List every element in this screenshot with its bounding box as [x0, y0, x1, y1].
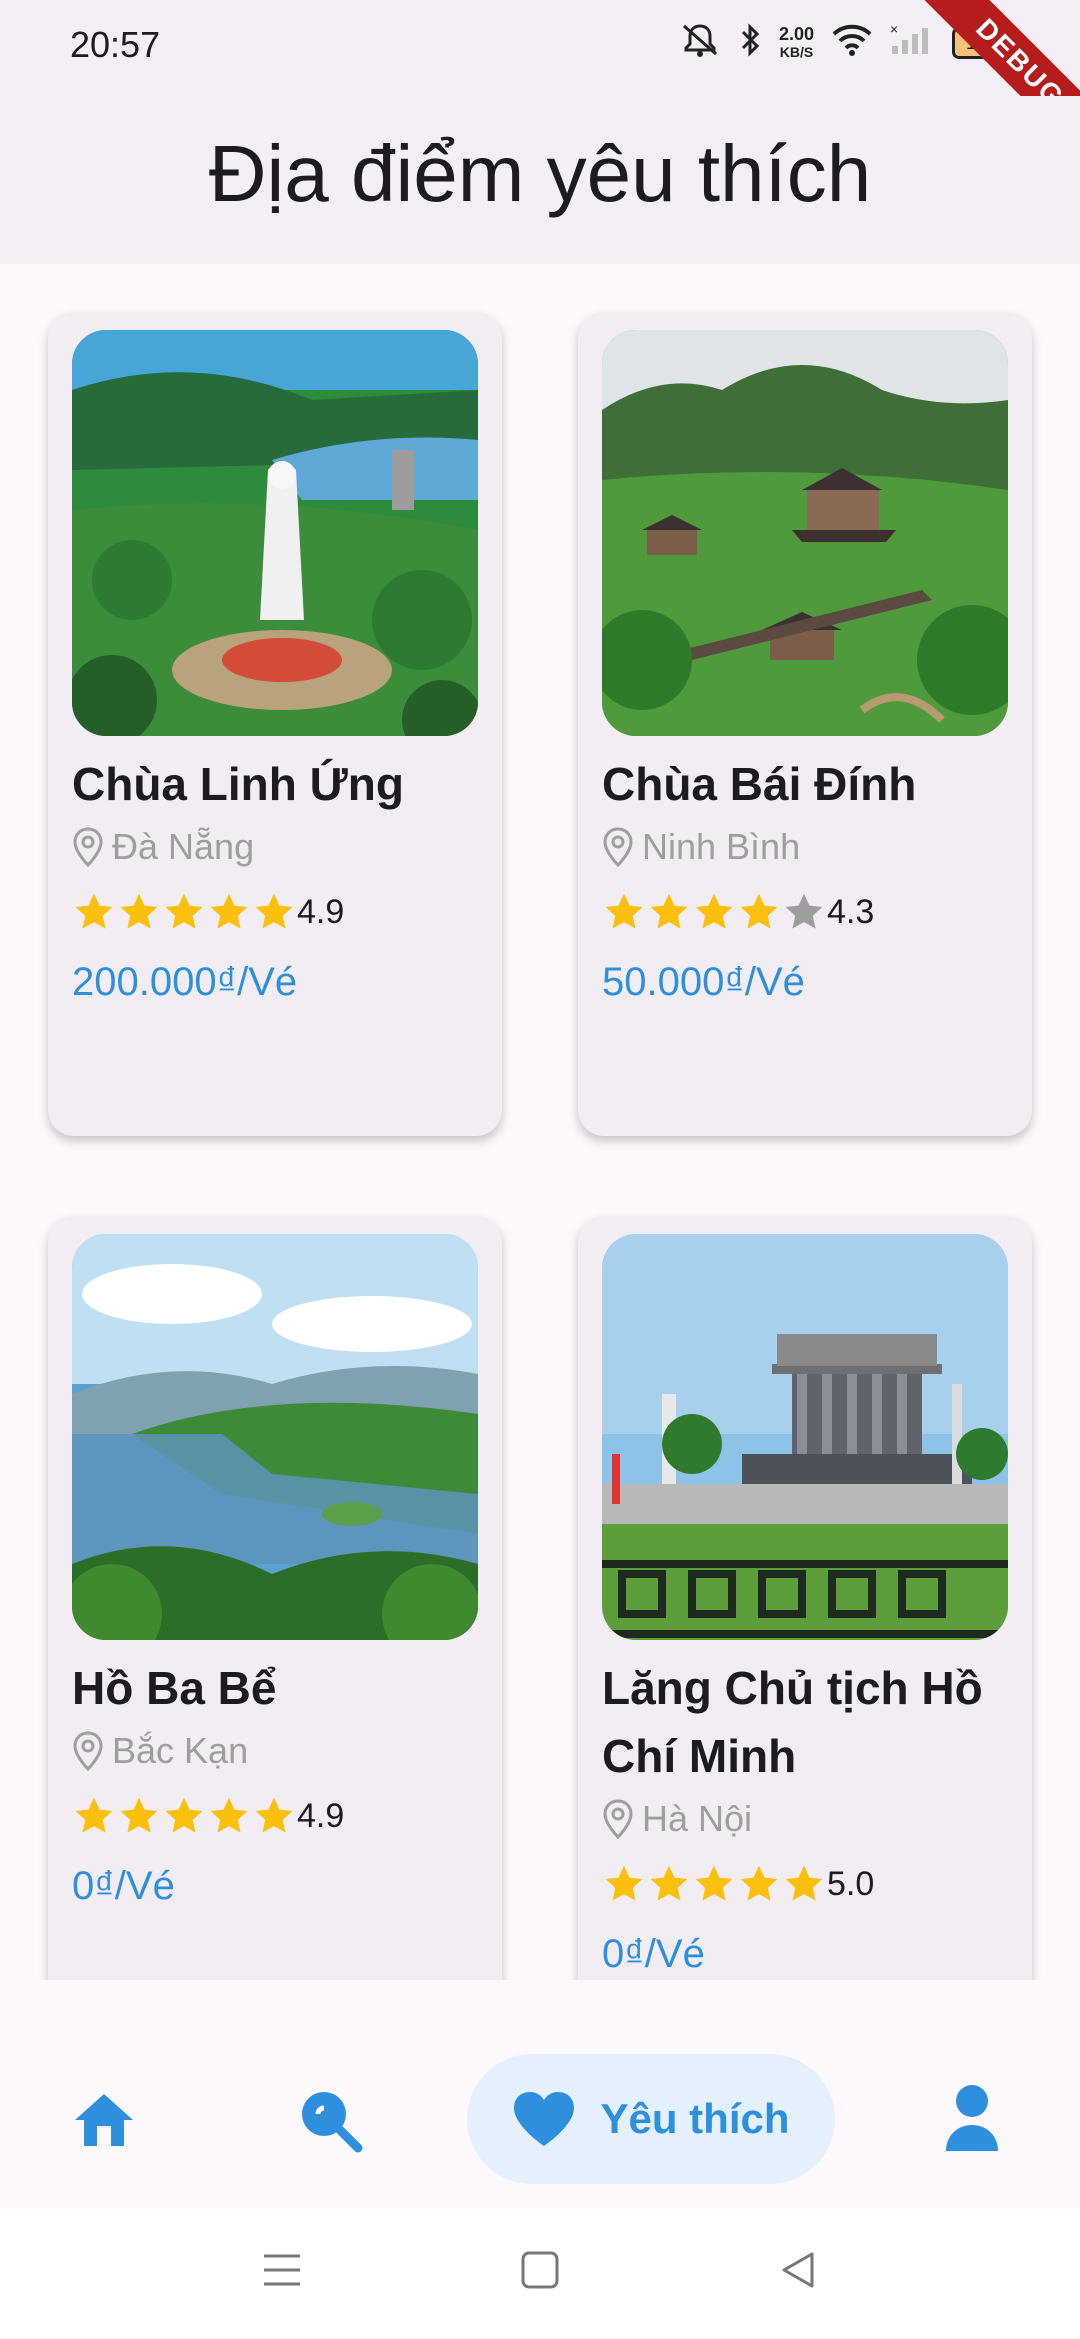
place-price: 0₫/Vé — [602, 1932, 705, 1976]
rating-value: 5.0 — [827, 1864, 875, 1903]
place-location-label: Ninh Bình — [642, 826, 801, 867]
location-pin-icon — [73, 1731, 103, 1771]
page-title: Địa điểm yêu thích — [208, 129, 872, 218]
star-icon — [695, 1865, 733, 1901]
place-image-bai-dinh — [602, 330, 1008, 736]
app-bar: Địa điểm yêu thích — [0, 96, 1080, 264]
place-location-label: Đà Nẵng — [112, 826, 255, 867]
back-triangle-icon — [782, 2252, 814, 2288]
place-price: 0₫/Vé — [72, 1864, 175, 1908]
mute-icon — [679, 22, 721, 63]
star-icon — [255, 1797, 293, 1833]
bottom-nav: Yêu thích — [0, 1980, 1080, 2210]
star-icon — [695, 893, 733, 929]
location-pin-icon — [603, 827, 633, 867]
place-card[interactable]: Chùa Linh Ứng Đà Nẵng 4.9 200.000₫/Vé — [48, 312, 502, 1136]
nav-favorites[interactable]: Yêu thích — [467, 2054, 835, 2184]
place-card[interactable]: Chùa Bái Đính Ninh Bình 4.3 50.000₫/Vé — [578, 312, 1032, 1136]
system-nav-bar — [0, 2210, 1080, 2339]
star-icon — [605, 893, 643, 929]
star-icon — [120, 1797, 158, 1833]
place-image-lang-bac — [602, 1234, 1008, 1640]
location-pin-icon — [73, 827, 103, 867]
star-icon — [120, 893, 158, 929]
wifi-icon — [832, 24, 872, 61]
place-image-ba-be — [72, 1234, 478, 1640]
star-icon — [75, 893, 113, 929]
place-card[interactable]: Lăng Chủ tịch Hồ Chí Minh Hà Nội 5.0 0₫/… — [578, 1216, 1032, 1980]
place-rating: 4.9 — [72, 890, 344, 934]
recents-button[interactable] — [262, 2250, 302, 2295]
square-icon — [521, 2251, 559, 2289]
star-icon — [740, 893, 778, 929]
place-price: 200.000₫/Vé — [72, 960, 298, 1004]
star-icon — [75, 1797, 113, 1833]
star-empty-icon — [785, 893, 823, 929]
star-icon — [165, 893, 203, 929]
home-icon — [75, 2094, 133, 2146]
search-icon — [302, 2092, 363, 2153]
star-icon — [785, 1865, 823, 1901]
place-name: Hồ Ba Bể — [72, 1662, 277, 1714]
signal-icon: × — [890, 21, 934, 61]
location-pin-icon — [603, 1799, 633, 1839]
status-bar: 20:57 2.00 KB/S × 100 DEBUG — [0, 0, 1080, 172]
place-location-label: Hà Nội — [642, 1798, 753, 1839]
net-speed-unit: KB/S — [779, 43, 814, 60]
place-price: 50.000₫/Vé — [602, 960, 805, 1004]
net-speed-value: 2.00 — [778, 23, 814, 44]
rating-value: 4.9 — [297, 1796, 345, 1835]
star-icon — [650, 893, 688, 929]
star-icon — [210, 1797, 248, 1833]
place-location: Ninh Bình — [602, 826, 800, 868]
place-location: Đà Nẵng — [72, 826, 254, 868]
nav-profile[interactable] — [932, 2078, 1012, 2158]
nav-search[interactable] — [290, 2080, 370, 2160]
star-icon — [255, 893, 293, 929]
nav-home[interactable] — [64, 2084, 144, 2156]
star-icon — [605, 1865, 643, 1901]
place-location: Hà Nội — [602, 1798, 752, 1840]
place-name: Lăng Chủ tịch Hồ Chí Minh — [602, 1662, 983, 1782]
place-rating: 5.0 — [602, 1862, 874, 1906]
status-time: 20:57 — [70, 24, 161, 65]
heart-icon — [514, 2092, 575, 2146]
favorites-grid[interactable]: Chùa Linh Ứng Đà Nẵng 4.9 200.000₫/Vé Ch… — [0, 264, 1080, 1980]
menu-icon — [264, 2254, 300, 2286]
place-rating: 4.9 — [72, 1794, 344, 1838]
net-speed: 2.00 KB/S — [779, 25, 814, 61]
star-icon — [165, 1797, 203, 1833]
rating-value: 4.3 — [827, 892, 875, 931]
place-rating: 4.3 — [602, 890, 874, 934]
place-location-label: Bắc Kạn — [112, 1730, 249, 1771]
star-icon — [650, 1865, 688, 1901]
place-name: Chùa Linh Ứng — [72, 758, 404, 810]
place-card[interactable]: Hồ Ba Bể Bắc Kạn 4.9 0₫/Vé — [48, 1216, 502, 1980]
nav-favorites-label: Yêu thích — [600, 2095, 790, 2142]
place-name: Chùa Bái Đính — [602, 758, 917, 810]
place-image-linh-ung — [72, 330, 478, 736]
home-button[interactable] — [520, 2250, 560, 2295]
star-icon — [740, 1865, 778, 1901]
back-button[interactable] — [778, 2250, 818, 2295]
star-icon — [210, 893, 248, 929]
svg-text:×: × — [890, 24, 898, 37]
person-icon — [946, 2085, 998, 2151]
rating-value: 4.9 — [297, 892, 345, 931]
place-location: Bắc Kạn — [72, 1730, 248, 1772]
bluetooth-icon — [739, 22, 761, 63]
